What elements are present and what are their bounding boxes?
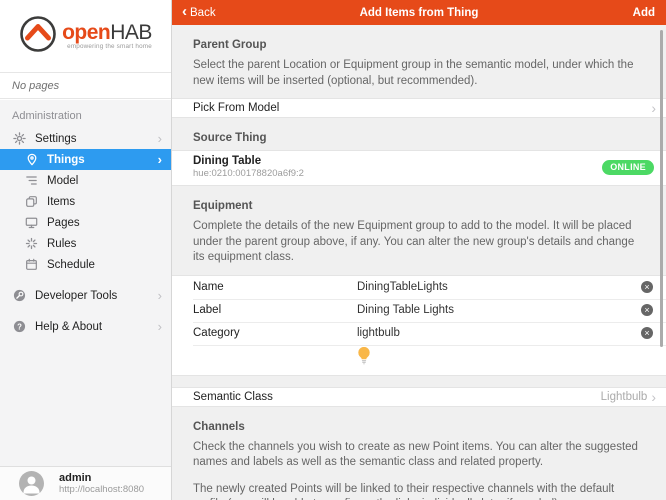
spark-icon: [24, 237, 39, 251]
page-title: Add Items from Thing: [172, 7, 666, 19]
category-field-value[interactable]: lightbulb: [357, 327, 641, 339]
pick-from-model-row[interactable]: Pick From Model ›: [172, 98, 666, 118]
chevron-left-icon: ‹: [182, 6, 187, 18]
sidebar-item-settings[interactable]: Settings ›: [0, 128, 171, 149]
sidebar-item-label: Help & About: [35, 321, 102, 333]
name-field-label: Name: [193, 281, 357, 293]
copy-icon: [24, 195, 39, 209]
scrollbar[interactable]: [660, 30, 663, 347]
openhab-logo-icon: [19, 15, 57, 58]
equipment-description: Complete the details of the new Equipmen…: [193, 219, 642, 266]
name-field-row: Name DiningTableLights ×: [172, 276, 666, 299]
label-field-label: Label: [193, 304, 357, 316]
openhab-wordmark: openHAB: [62, 23, 152, 43]
chevron-right-icon: ›: [651, 101, 656, 115]
tools-icon: [12, 289, 27, 303]
channels-title: Channels: [193, 421, 640, 433]
sidebar-item-help-about[interactable]: ? Help & About ›: [0, 316, 171, 337]
status-badge: ONLINE: [602, 160, 654, 175]
user-account[interactable]: admin http://localhost:8080: [0, 466, 171, 500]
category-field-label: Category: [193, 327, 357, 339]
top-navbar: ‹ Back Add Items from Thing Add: [172, 0, 666, 25]
chevron-right-icon: ›: [158, 320, 162, 333]
openhab-logo: openHAB empowering the smart home: [0, 0, 171, 72]
add-button[interactable]: Add: [633, 7, 655, 19]
server-url: http://localhost:8080: [59, 484, 144, 495]
chevron-right-icon: ›: [158, 132, 162, 145]
sidebar-item-label: Settings: [35, 133, 77, 145]
pick-from-model-label: Pick From Model: [193, 102, 279, 114]
main-content: Parent Group Select the parent Location …: [172, 25, 666, 500]
chevron-right-icon: ›: [651, 390, 656, 404]
no-pages-label: No pages: [0, 72, 171, 99]
clear-label-icon[interactable]: ×: [641, 304, 653, 316]
monitor-icon: [24, 216, 39, 230]
sidebar-item-model[interactable]: Model: [0, 170, 171, 191]
label-field-value[interactable]: Dining Table Lights: [357, 304, 641, 316]
chevron-right-icon: ›: [158, 153, 162, 166]
label-field-row: Label Dining Table Lights ×: [172, 299, 666, 322]
logo-tagline: empowering the smart home: [67, 43, 152, 50]
calendar-icon: [24, 258, 39, 272]
administration-section-label: Administration: [0, 100, 171, 128]
sidebar-item-label: Pages: [47, 217, 80, 229]
parent-group-title: Parent Group: [193, 39, 640, 51]
sidebar-item-developer-tools[interactable]: Developer Tools ›: [0, 285, 171, 306]
sidebar-item-label: Developer Tools: [35, 290, 117, 302]
semantic-class-value: Lightbulb: [601, 391, 648, 403]
avatar: [19, 471, 44, 496]
sidebar-menu: Administration Settings › Things ›: [0, 100, 171, 466]
channels-description-2: The newly created Points will be linked …: [193, 482, 642, 500]
sidebar-item-label: Model: [47, 175, 78, 187]
chevron-right-icon: ›: [158, 289, 162, 302]
name-field-value[interactable]: DiningTableLights: [357, 281, 641, 293]
semantic-class-label: Semantic Class: [193, 391, 273, 403]
sidebar-item-pages[interactable]: Pages: [0, 212, 171, 233]
semantic-class-row[interactable]: Semantic Class Lightbulb ›: [172, 387, 666, 407]
clear-category-icon[interactable]: ×: [641, 327, 653, 339]
equipment-form: Name DiningTableLights × Label Dining Ta…: [172, 275, 666, 376]
gear-icon: [12, 132, 27, 146]
sidebar-item-things[interactable]: Things ›: [0, 149, 171, 170]
user-name: admin: [59, 472, 144, 484]
source-thing-title: Source Thing: [193, 132, 640, 144]
sidebar-item-label: Things: [47, 154, 85, 166]
category-preview: [172, 345, 666, 375]
sidebar-item-label: Schedule: [47, 259, 95, 271]
equipment-title: Equipment: [193, 200, 640, 212]
thing-name: Dining Table: [193, 155, 304, 168]
source-thing-row[interactable]: Dining Table hue:0210:00178820a6f9:2 ONL…: [172, 150, 666, 186]
sidebar-item-schedule[interactable]: Schedule: [0, 254, 171, 275]
lightbulb-icon: [357, 352, 371, 369]
sidebar-item-label: Rules: [47, 238, 76, 250]
sidebar-item-rules[interactable]: Rules: [0, 233, 171, 254]
pin-icon: [24, 153, 39, 167]
sidebar-item-label: Items: [47, 196, 75, 208]
back-button[interactable]: ‹ Back: [182, 7, 216, 19]
parent-group-description: Select the parent Location or Equipment …: [193, 58, 642, 89]
svg-text:?: ?: [17, 322, 22, 331]
back-label: Back: [190, 7, 216, 19]
help-icon: ?: [12, 320, 27, 334]
channels-description-1: Check the channels you wish to create as…: [193, 440, 642, 471]
tree-list-icon: [24, 174, 39, 188]
thing-uid: hue:0210:00178820a6f9:2: [193, 168, 304, 180]
clear-name-icon[interactable]: ×: [641, 281, 653, 293]
sidebar: openHAB empowering the smart home No pag…: [0, 0, 172, 500]
category-field-row: Category lightbulb ×: [172, 322, 666, 345]
sidebar-item-items[interactable]: Items: [0, 191, 171, 212]
